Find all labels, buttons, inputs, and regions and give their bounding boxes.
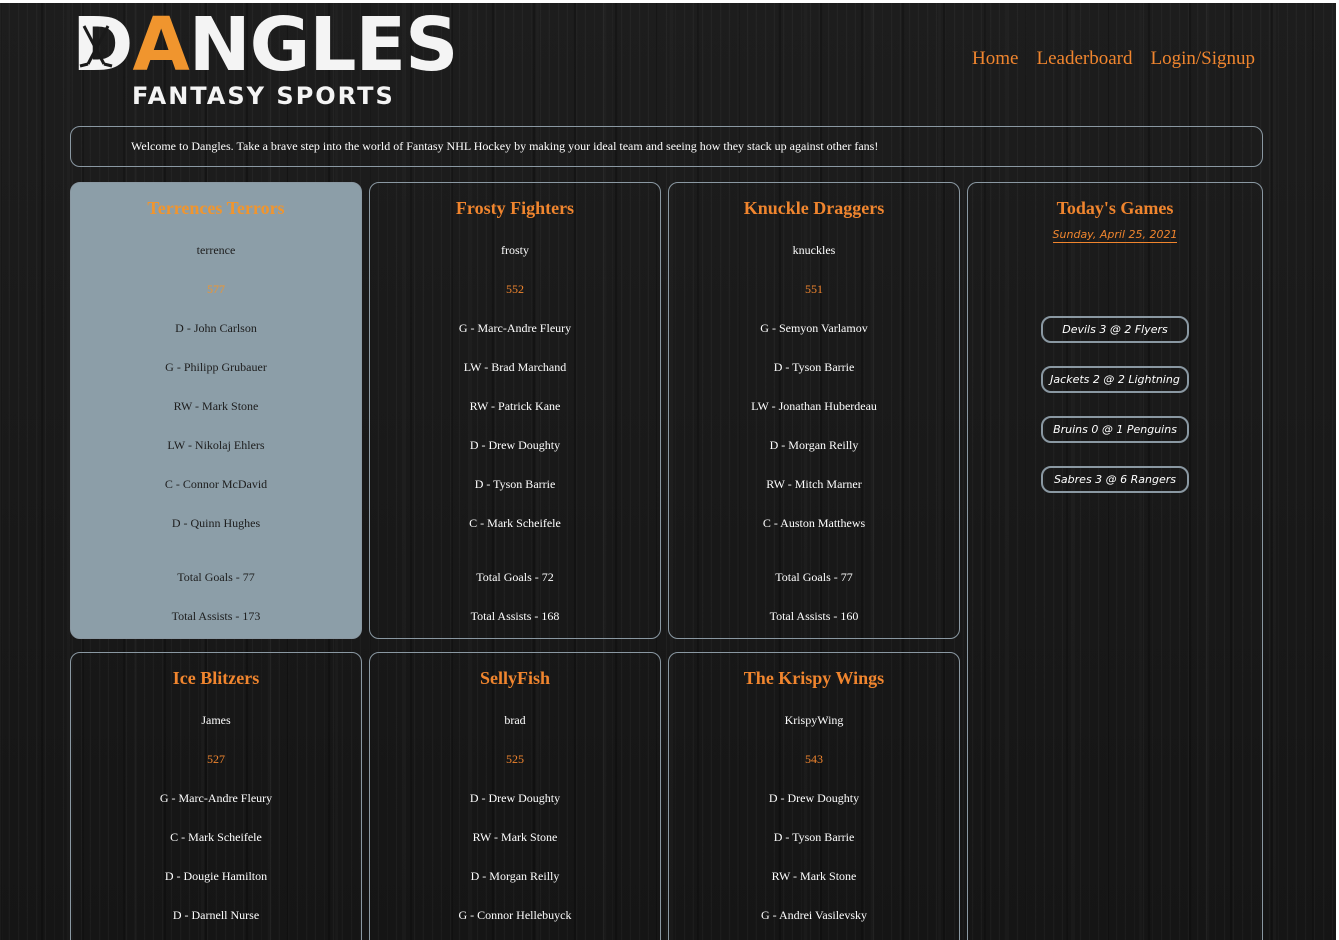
player-entry: D - Morgan Reilly — [470, 869, 560, 883]
team-score: 525 — [506, 752, 524, 766]
game-result-button[interactable]: Jackets 2 @ 2 Lightning — [1041, 366, 1189, 393]
total-assists: Total Assists - 160 — [769, 609, 859, 623]
team-card[interactable]: Ice Blitzers James 527 G - Marc-Andre Fl… — [70, 652, 362, 940]
team-score: 551 — [805, 282, 823, 296]
player-entry: D - John Carlson — [175, 321, 257, 335]
team-name: Frosty Fighters — [455, 198, 575, 218]
hockey-sticks-icon — [79, 25, 113, 68]
player-entry: D - Tyson Barrie — [773, 360, 855, 374]
player-entry: D - Tyson Barrie — [474, 477, 556, 491]
player-entry: G - Semyon Varlamov — [760, 321, 868, 335]
player-entry: RW - Patrick Kane — [469, 399, 561, 413]
player-entry: C - Mark Scheifele — [469, 516, 561, 530]
player-entry: D - Drew Doughty — [469, 438, 561, 452]
player-entry: LW - Brad Marchand — [463, 360, 567, 374]
team-score: 577 — [207, 282, 225, 296]
team-name: Terrences Terrors — [147, 198, 285, 218]
logo-subtitle: FANTASY SPORTS — [132, 82, 395, 110]
team-name: SellyFish — [479, 668, 550, 688]
team-owner: knuckles — [792, 243, 836, 257]
logo-letter-a: A — [132, 2, 189, 88]
game-result-button[interactable]: Bruins 0 @ 1 Penguins — [1041, 416, 1189, 443]
player-entry: D - Drew Doughty — [768, 791, 860, 805]
player-entry: G - Marc-Andre Fleury — [458, 321, 572, 335]
player-entry: D - Quinn Hughes — [171, 516, 261, 530]
nav-home-link[interactable]: Home — [972, 48, 1018, 70]
team-card[interactable]: Frosty Fighters frosty 552 G - Marc-Andr… — [369, 182, 661, 639]
player-entry: RW - Mark Stone — [771, 869, 857, 883]
player-entry: C - Connor McDavid — [164, 477, 268, 491]
logo-letters-ngles: NGLES — [188, 2, 459, 88]
total-assists: Total Assists - 168 — [470, 609, 560, 623]
total-goals: Total Goals - 72 — [476, 570, 554, 584]
player-entry: D - Dougie Hamilton — [164, 869, 268, 883]
team-score: 543 — [805, 752, 823, 766]
team-owner: frosty — [501, 243, 529, 257]
games-date[interactable]: Sunday, April 25, 2021 — [1052, 228, 1178, 243]
player-entry: D - Drew Doughty — [469, 791, 561, 805]
game-result-button[interactable]: Devils 3 @ 2 Flyers — [1041, 316, 1189, 343]
team-name: The Krispy Wings — [743, 668, 885, 688]
team-card[interactable]: SellyFish brad 525 D - Drew Doughty RW -… — [369, 652, 661, 940]
welcome-banner: Welcome to Dangles. Take a brave step in… — [70, 126, 1263, 167]
team-card[interactable]: Knuckle Draggers knuckles 551 G - Semyon… — [668, 182, 960, 639]
main-nav: Home Leaderboard Login/Signup — [972, 48, 1255, 70]
team-card[interactable]: Terrences Terrors terrence 577 D - John … — [70, 182, 362, 639]
total-goals: Total Goals - 77 — [177, 570, 255, 584]
player-entry: G - Marc-Andre Fleury — [159, 791, 273, 805]
player-entry: D - Morgan Reilly — [769, 438, 859, 452]
total-goals: Total Goals - 77 — [775, 570, 853, 584]
team-score: 552 — [506, 282, 524, 296]
logo-wordmark: DANGLES — [72, 8, 458, 82]
todays-games-title: Today's Games — [1056, 198, 1174, 218]
team-owner: terrence — [196, 243, 236, 257]
player-entry: D - Tyson Barrie — [773, 830, 855, 844]
game-result-button[interactable]: Sabres 3 @ 6 Rangers — [1041, 466, 1189, 493]
player-entry: RW - Mark Stone — [173, 399, 259, 413]
team-score: 527 — [207, 752, 225, 766]
player-entry: G - Andrei Vasilevsky — [760, 908, 868, 922]
player-entry: C - Auston Matthews — [762, 516, 866, 530]
nav-leaderboard-link[interactable]: Leaderboard — [1036, 48, 1132, 70]
player-entry: G - Connor Hellebuyck — [458, 908, 572, 922]
dangles-logo[interactable]: DANGLES FANTASY SPORTS — [72, 8, 458, 110]
todays-games-panel: Today's Games Sunday, April 25, 2021 Dev… — [967, 182, 1263, 940]
player-entry: G - Philipp Grubauer — [165, 360, 267, 374]
team-owner: brad — [504, 713, 526, 727]
team-owner: James — [201, 713, 231, 727]
total-assists: Total Assists - 173 — [171, 609, 261, 623]
player-entry: RW - Mark Stone — [472, 830, 558, 844]
welcome-text: Welcome to Dangles. Take a brave step in… — [131, 139, 879, 153]
team-name: Ice Blitzers — [172, 668, 260, 688]
player-entry: D - Darnell Nurse — [172, 908, 260, 922]
player-entry: C - Mark Scheifele — [170, 830, 262, 844]
player-entry: LW - Nikolaj Ehlers — [167, 438, 265, 452]
player-entry: RW - Mitch Marner — [766, 477, 862, 491]
team-owner: KrispyWing — [784, 713, 844, 727]
team-card[interactable]: The Krispy Wings KrispyWing 543 D - Drew… — [668, 652, 960, 940]
player-entry: LW - Jonathan Huberdeau — [751, 399, 877, 413]
team-name: Knuckle Draggers — [743, 198, 885, 218]
nav-login-signup-link[interactable]: Login/Signup — [1150, 48, 1255, 70]
